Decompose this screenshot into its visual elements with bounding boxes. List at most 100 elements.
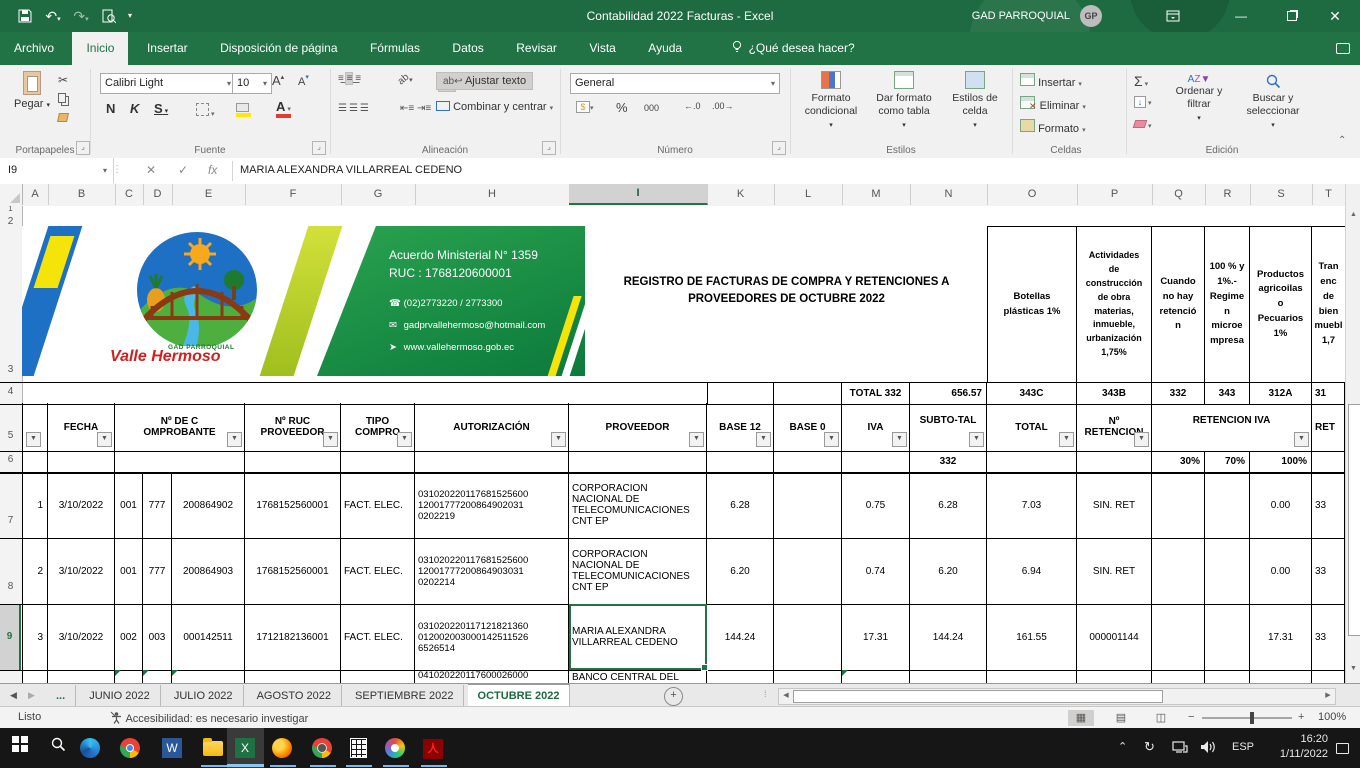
cell[interactable] [341, 670, 415, 683]
chrome-icon[interactable] [118, 736, 142, 760]
scroll-up-arrow[interactable]: ▲ [1347, 208, 1360, 222]
orientation-button[interactable]: ab▾ [398, 73, 413, 85]
hdr-ret-clipped[interactable]: RET [1312, 403, 1345, 451]
cell-base12[interactable]: 6.20 [707, 538, 774, 604]
name-box[interactable]: I9▾ [0, 158, 114, 183]
col-header-B[interactable]: B [48, 184, 116, 205]
cell[interactable] [115, 670, 143, 683]
language-indicator[interactable]: ESP [1232, 741, 1254, 753]
tab-inicio[interactable]: Inicio [72, 32, 128, 65]
confirm-entry-icon[interactable]: ✓ [178, 158, 188, 183]
decrease-decimal-button[interactable]: .00→ [712, 101, 734, 111]
fill-button[interactable]: ↓ ▾ [1134, 96, 1151, 108]
action-center-icon[interactable] [1336, 741, 1349, 759]
hdr-proveedor[interactable]: PROVEEDOR▼ [569, 403, 707, 451]
fill-color-button[interactable] [236, 103, 251, 117]
col-header-E[interactable]: E [172, 184, 246, 205]
zoom-level[interactable]: 100% [1318, 711, 1346, 723]
shrink-font-button[interactable]: A▾ [298, 73, 309, 88]
col-header-M[interactable]: M [842, 184, 911, 205]
cell-code-332[interactable]: 332 [1152, 383, 1205, 404]
zoom-slider[interactable] [1202, 717, 1292, 719]
col-header-N[interactable]: N [910, 184, 988, 205]
cell-nret[interactable]: SIN. RET [1077, 538, 1152, 604]
col-header-R[interactable]: R [1205, 184, 1251, 205]
vertical-scrollbar[interactable]: ▲ ▼ [1345, 184, 1360, 683]
cell[interactable] [569, 451, 707, 472]
cell-base12[interactable]: 144.24 [707, 604, 774, 670]
col-header-H[interactable]: H [415, 184, 570, 205]
sort-filter-button[interactable]: AZ▼ Ordenar y filtrar ▾ [1168, 73, 1230, 123]
hdr-iva[interactable]: IVA▼ [842, 403, 910, 451]
cell-total[interactable]: 161.55 [987, 604, 1077, 670]
cell-70pct[interactable]: 70% [1205, 451, 1250, 472]
hdr-index[interactable]: ▼ [22, 403, 48, 451]
accessibility-status[interactable]: Accesibilidad: es necesario investigar [110, 711, 308, 725]
borders-button[interactable]: ▾ [196, 103, 214, 119]
number-dialog-launcher[interactable]: ⌟ [772, 141, 786, 155]
cell[interactable] [774, 451, 842, 472]
cell-autorizacion[interactable]: 031020220117681525600 120017772008649030… [415, 538, 569, 604]
cell-tipo[interactable]: FACT. ELEC. [341, 472, 415, 538]
accounting-format-button[interactable]: $▾ [576, 101, 594, 113]
minimize-button[interactable]: — [1224, 0, 1258, 32]
hdr-botellas[interactable]: Botellas plásticas 1% [987, 226, 1077, 382]
hdr-fecha[interactable]: FECHA▼ [48, 403, 115, 451]
cell[interactable] [842, 451, 910, 472]
cell-t[interactable]: 33 [1312, 472, 1345, 538]
sheet-tab-julio[interactable]: JULIO 2022 [164, 685, 244, 707]
font-size-select[interactable]: 10▾ [232, 73, 272, 94]
tab-datos[interactable]: Datos [438, 32, 497, 65]
cell[interactable]: 002 [115, 604, 143, 670]
cell[interactable] [1205, 670, 1250, 683]
cell-332[interactable]: 332 [910, 451, 987, 472]
filter-icon[interactable]: ▼ [227, 432, 242, 447]
clipboard-dialog-launcher[interactable]: ⌟ [76, 141, 90, 155]
filter-icon[interactable]: ▼ [689, 432, 704, 447]
calculator-icon[interactable] [346, 736, 370, 760]
word-icon[interactable]: W [160, 736, 184, 760]
col-header-K[interactable]: K [707, 184, 775, 205]
cell-base0[interactable] [774, 472, 842, 538]
cell-ruc[interactable]: 1712182136001 [245, 604, 341, 670]
cell-subtotal[interactable]: 144.24 [910, 604, 987, 670]
volume-icon[interactable] [1200, 740, 1217, 759]
cell-code-31x[interactable]: 31 [1312, 383, 1345, 404]
network-icon[interactable] [1172, 740, 1188, 759]
cell-ruc[interactable]: 1768152560001 [245, 538, 341, 604]
cell-proveedor[interactable]: CORPORACION NACIONAL DE TELECOMUNICACION… [569, 538, 707, 604]
zoom-out-button[interactable]: − [1188, 711, 1194, 723]
cell-r70[interactable] [1205, 538, 1250, 604]
cell-proveedor[interactable]: BANCO CENTRAL DEL [569, 670, 707, 683]
scroll-right-arrow[interactable]: ▶ [1322, 690, 1334, 702]
cell[interactable] [707, 383, 774, 404]
hdr-ruc-proveedor[interactable]: Nº RUC PROVEEDOR▼ [245, 403, 341, 451]
clear-button[interactable]: ▾ [1134, 119, 1151, 131]
cell-nret[interactable]: SIN. RET [1077, 472, 1152, 538]
tray-expand-icon[interactable]: ⌃ [1118, 740, 1127, 753]
col-header-L[interactable]: L [774, 184, 843, 205]
cut-icon[interactable]: ✂ [58, 73, 68, 87]
italic-button[interactable]: K [130, 101, 139, 116]
cell[interactable] [1250, 670, 1312, 683]
cell-code-343B[interactable]: 343B [1077, 383, 1152, 404]
cell[interactable] [1312, 670, 1345, 683]
cell-30pct[interactable]: 30% [1152, 451, 1205, 472]
cell-r70[interactable] [1205, 472, 1250, 538]
col-header-A[interactable]: A [22, 184, 49, 205]
cell-tipo[interactable]: FACT. ELEC. [341, 604, 415, 670]
increase-decimal-button[interactable]: ←.0 [684, 101, 701, 111]
formula-bar-value[interactable]: MARIA ALEXANDRA VILLARREAL CEDENO [240, 158, 462, 183]
cell-autorizacion[interactable]: 031020220117121821360 012002003000142511… [415, 604, 569, 670]
file-explorer-icon[interactable] [201, 736, 225, 760]
cell-iva[interactable]: 0.74 [842, 538, 910, 604]
tab-archivo[interactable]: Archivo [0, 32, 68, 65]
filter-icon[interactable]: ▼ [756, 432, 771, 447]
row-header-1[interactable]: 1 [0, 206, 21, 213]
filter-icon[interactable]: ▼ [824, 432, 839, 447]
filter-icon[interactable]: ▼ [1134, 432, 1149, 447]
active-cell-selection[interactable] [569, 604, 707, 670]
cell-t[interactable]: 33 [1312, 538, 1345, 604]
hdr-actividades[interactable]: Actividades de construcción de obra mate… [1077, 226, 1152, 382]
cell-ruc[interactable]: 1768152560001 [245, 472, 341, 538]
